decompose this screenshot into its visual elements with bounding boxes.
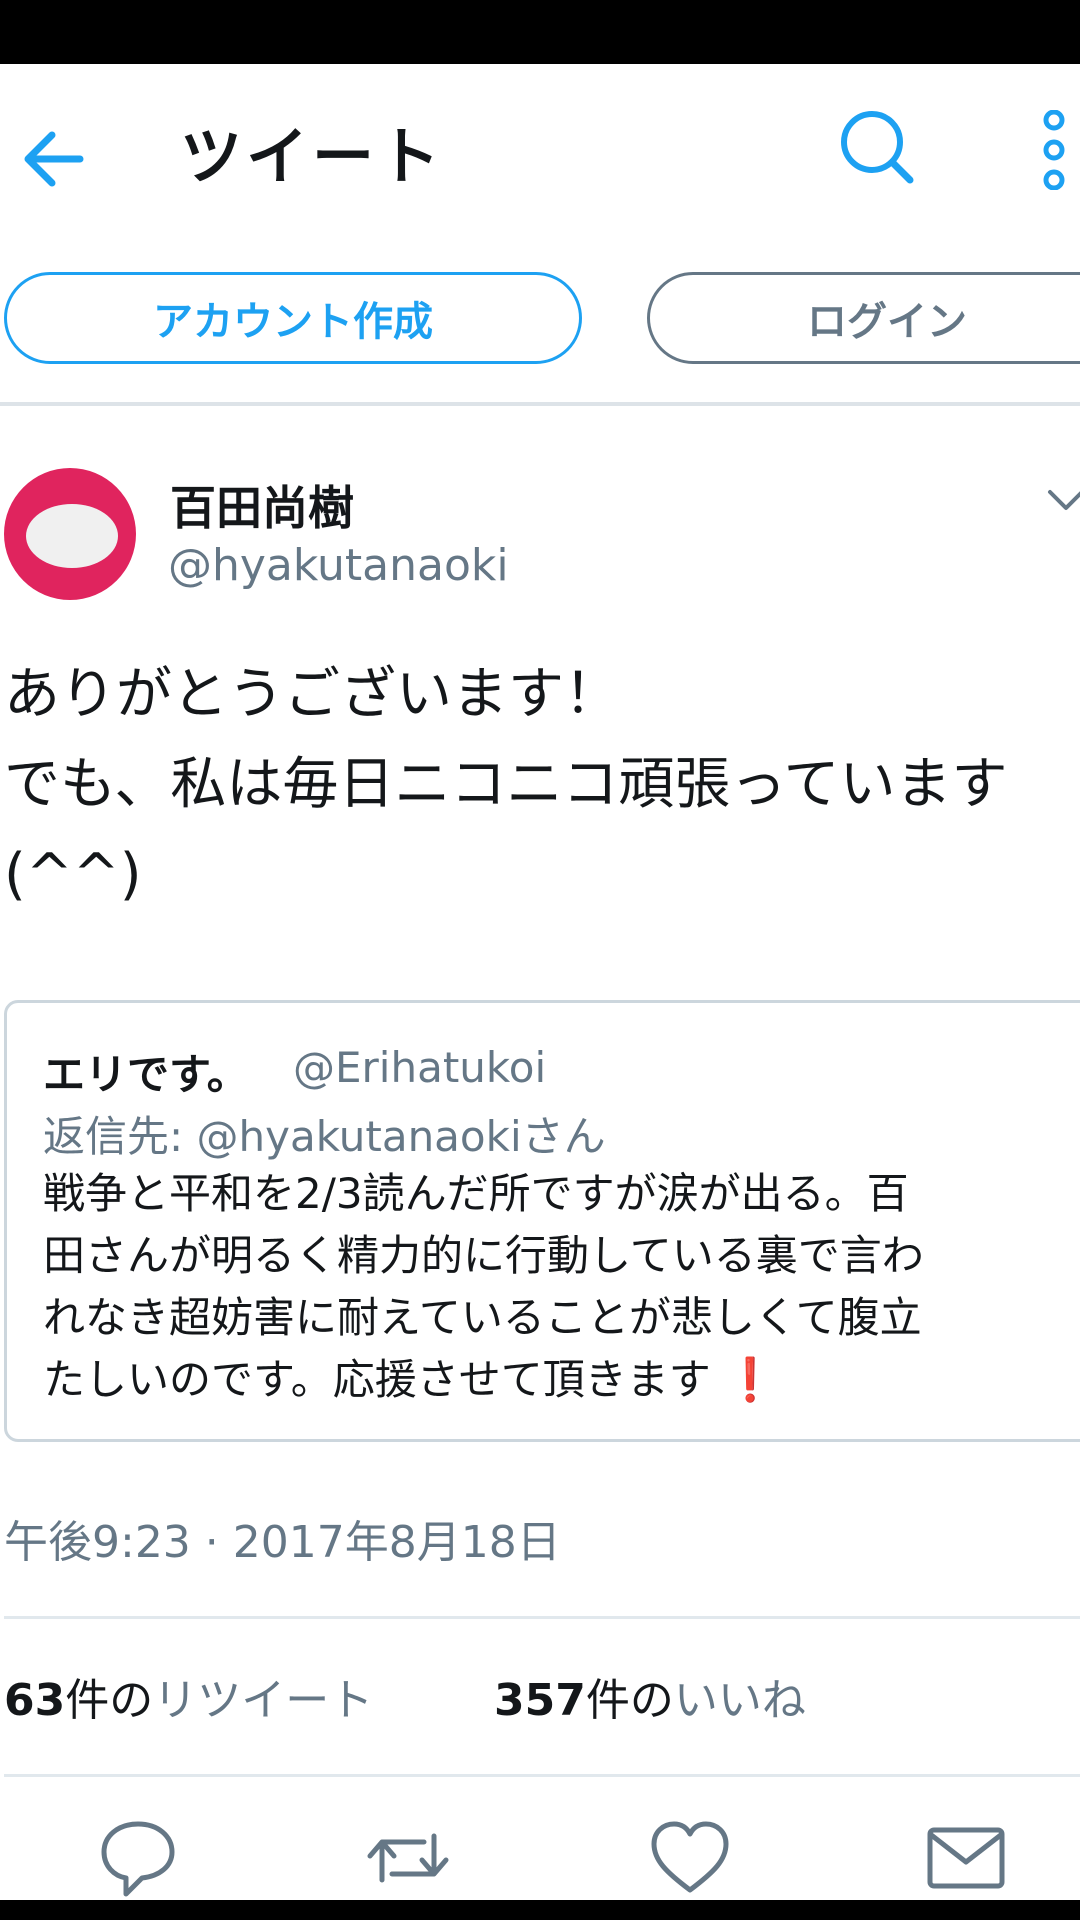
exclamation-emoji-icon: ❗ bbox=[724, 1355, 777, 1404]
page-title: ツイート bbox=[180, 120, 445, 193]
divider bbox=[4, 1774, 1080, 1777]
login-button[interactable]: ログイン bbox=[647, 272, 1080, 364]
quote-reply-to: 返信先: @hyakutanaokiさん bbox=[43, 1112, 606, 1161]
quote-text: 戦争と平和を2/3読んだ所ですが涙が出る。百 田さんが明るく精力的に行動している… bbox=[43, 1163, 1080, 1411]
avatar-inner bbox=[26, 504, 118, 568]
retweet-label: リツイート bbox=[153, 1675, 374, 1726]
tweet-timestamp: 午後9:23 · 2017年8月18日 bbox=[4, 1517, 561, 1568]
reply-icon[interactable] bbox=[96, 1816, 180, 1900]
chevron-down-icon[interactable] bbox=[1046, 480, 1080, 520]
envelope-icon[interactable] bbox=[924, 1816, 1008, 1900]
header-divider bbox=[0, 402, 1080, 406]
quote-text-body: 戦争と平和を2/3読んだ所ですが涙が出る。百 田さんが明るく精力的に行動している… bbox=[43, 1169, 924, 1404]
retweet-count: 63 bbox=[4, 1675, 66, 1726]
like-stat[interactable]: 357件のいいね bbox=[494, 1664, 806, 1728]
navigation-bar bbox=[0, 1900, 1080, 1920]
divider bbox=[4, 1616, 1080, 1619]
more-vertical-icon[interactable] bbox=[1036, 110, 1072, 190]
like-label: いいね bbox=[673, 1675, 806, 1726]
search-icon[interactable] bbox=[838, 108, 918, 188]
retweet-icon[interactable] bbox=[366, 1816, 450, 1900]
status-bar bbox=[0, 0, 1080, 64]
like-mid: 件の bbox=[585, 1675, 674, 1726]
app-header: ツイート bbox=[0, 64, 1080, 234]
quote-author-name: エリです。 bbox=[43, 1050, 249, 1099]
tweet-text: ありがとうございます！ でも、私は毎日ニコニコ頑張っています (^^) bbox=[4, 662, 1008, 907]
retweet-mid: 件の bbox=[65, 1675, 154, 1726]
heart-icon[interactable] bbox=[648, 1816, 732, 1900]
retweet-stat[interactable]: 63件のリツイート bbox=[4, 1664, 373, 1728]
author-name[interactable]: 百田尚樹 bbox=[170, 472, 354, 538]
avatar[interactable] bbox=[4, 468, 136, 600]
quote-author-handle: @Erihatukoi bbox=[293, 1043, 547, 1092]
quoted-tweet-card[interactable]: エリです。 @Erihatukoi 返信先: @hyakutanaokiさん 戦… bbox=[4, 1000, 1080, 1442]
author-handle[interactable]: @hyakutanaoki bbox=[168, 540, 509, 591]
like-count: 357 bbox=[494, 1675, 586, 1726]
signup-button[interactable]: アカウント作成 bbox=[4, 272, 582, 364]
back-arrow-icon[interactable] bbox=[18, 124, 88, 194]
